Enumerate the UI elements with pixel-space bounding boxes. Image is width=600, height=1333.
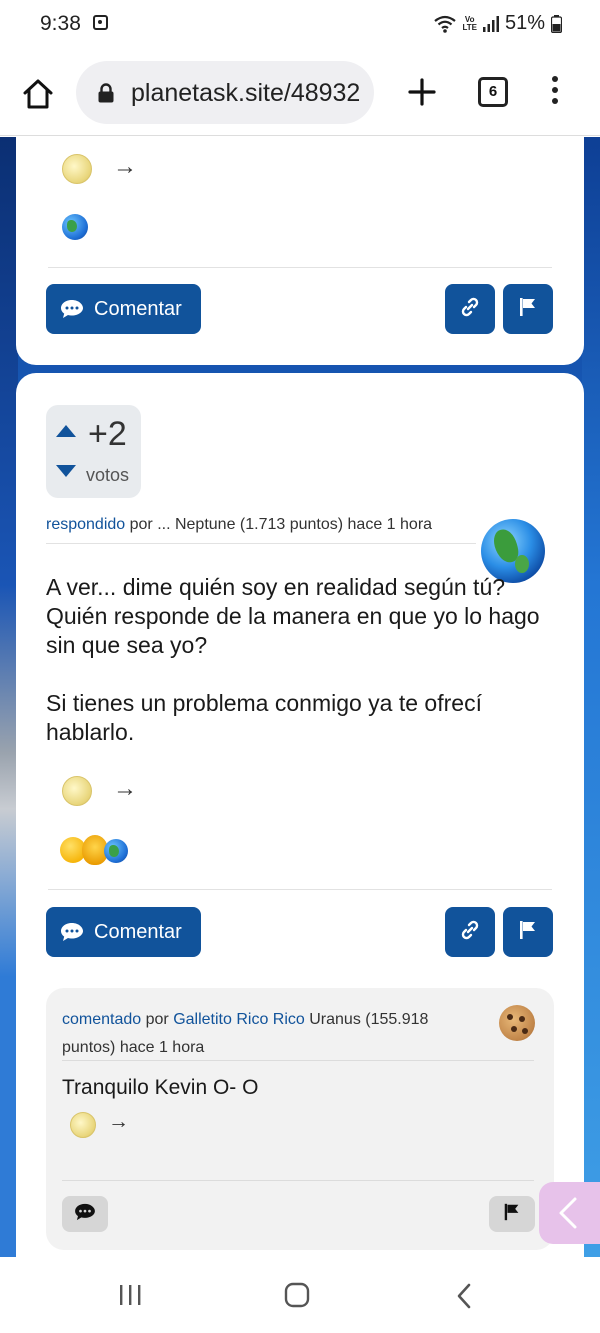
link-button[interactable] xyxy=(445,907,495,957)
battery-icon xyxy=(551,14,562,33)
chevron-left-icon xyxy=(557,1196,579,1235)
comment-text: Tranquilo Kevin O- O xyxy=(62,1076,259,1099)
url-bar[interactable]: planetask.site/48932 xyxy=(76,61,374,124)
url-text: planetask.site/48932 xyxy=(131,79,361,107)
commented-link[interactable]: comentado xyxy=(62,1011,141,1028)
status-time: 9:38 xyxy=(40,12,81,35)
globe-emoji-icon xyxy=(62,214,88,240)
previous-answer-card: → Comentar xyxy=(16,137,584,365)
answer-paragraph: A ver... dime quién soy en realidad segú… xyxy=(46,574,540,658)
page-content: → Comentar +2 votos respondido por ... N… xyxy=(0,137,600,1257)
lock-icon xyxy=(98,83,114,103)
answer-meta: respondido por ... Neptune (1.713 puntos… xyxy=(46,516,432,534)
comment-meta-por: por xyxy=(141,1011,174,1028)
volte-icon: Vo LTE xyxy=(462,14,477,32)
chat-bubble-icon xyxy=(60,922,84,942)
reply-button[interactable] xyxy=(62,1196,108,1232)
link-icon xyxy=(458,295,482,324)
divider xyxy=(62,1180,534,1181)
thumbs-emoji-icon xyxy=(62,154,92,184)
side-panel-toggle[interactable] xyxy=(539,1182,600,1244)
more-options-icon[interactable] xyxy=(548,76,562,108)
system-nav-bar xyxy=(0,1257,600,1333)
flag-button[interactable] xyxy=(489,1196,535,1232)
arrow-icon: → xyxy=(113,153,137,180)
home-nav-icon[interactable] xyxy=(284,1282,310,1313)
answered-link[interactable]: respondido xyxy=(46,516,125,533)
background-image-right xyxy=(582,137,600,1257)
wifi-icon xyxy=(434,15,457,33)
vote-count: +2 xyxy=(88,415,127,453)
notification-icon xyxy=(93,15,108,30)
thumbs-emoji-icon xyxy=(70,1112,96,1138)
home-icon[interactable] xyxy=(22,78,54,110)
chat-bubble-icon xyxy=(74,1203,96,1226)
answer-card: +2 votos respondido por ... Neptune (1.7… xyxy=(16,373,584,1257)
recent-apps-icon[interactable] xyxy=(118,1283,142,1312)
back-nav-icon[interactable] xyxy=(455,1282,473,1315)
arrow-icon: → xyxy=(108,1110,129,1133)
flag-icon xyxy=(517,919,539,946)
divider xyxy=(48,889,552,890)
comment-button[interactable]: Comentar xyxy=(46,907,201,957)
flag-icon xyxy=(517,296,539,323)
vote-up-icon[interactable] xyxy=(56,425,76,437)
comment-meta: comentado por Galletito Rico Rico Uranus… xyxy=(62,1006,472,1062)
comment-button-label: Comentar xyxy=(94,920,182,943)
comment-author-link[interactable]: Galletito Rico Rico xyxy=(173,1011,305,1028)
link-button[interactable] xyxy=(445,284,495,334)
comment-button-label: Comentar xyxy=(94,297,182,320)
avatar[interactable] xyxy=(499,1005,535,1041)
chat-bubble-icon xyxy=(60,299,84,319)
answer-meta-text: por ... Neptune (1.713 puntos) hace 1 ho… xyxy=(125,516,433,533)
globe-emoji-icon xyxy=(104,839,128,863)
signal-icon xyxy=(482,15,499,32)
flag-button[interactable] xyxy=(503,284,553,334)
status-bar: 9:38 Vo LTE 51% xyxy=(0,0,600,52)
comment-button[interactable]: Comentar xyxy=(46,284,201,334)
browser-toolbar: planetask.site/48932 6 xyxy=(0,52,600,136)
arrow-icon: → xyxy=(113,775,137,802)
tab-switcher-button[interactable]: 6 xyxy=(478,77,508,107)
emoji-row xyxy=(60,835,150,867)
link-icon xyxy=(458,918,482,947)
divider xyxy=(62,1060,534,1061)
flag-icon xyxy=(502,1202,522,1227)
status-icons: Vo LTE 51% xyxy=(434,12,562,35)
vote-box: +2 votos xyxy=(46,405,141,498)
answer-body: A ver... dime quién soy en realidad segú… xyxy=(46,573,546,776)
new-tab-icon[interactable] xyxy=(407,77,437,107)
answer-paragraph: Si tienes un problema conmigo ya te ofre… xyxy=(46,690,482,745)
battery-percent: 51% xyxy=(504,12,545,34)
divider xyxy=(48,267,552,268)
vote-down-icon[interactable] xyxy=(56,465,76,477)
flag-button[interactable] xyxy=(503,907,553,957)
thumbs-emoji-icon xyxy=(62,776,92,806)
votes-label: votos xyxy=(86,465,130,485)
comment: comentado por Galletito Rico Rico Uranus… xyxy=(46,988,554,1250)
divider xyxy=(46,543,476,544)
